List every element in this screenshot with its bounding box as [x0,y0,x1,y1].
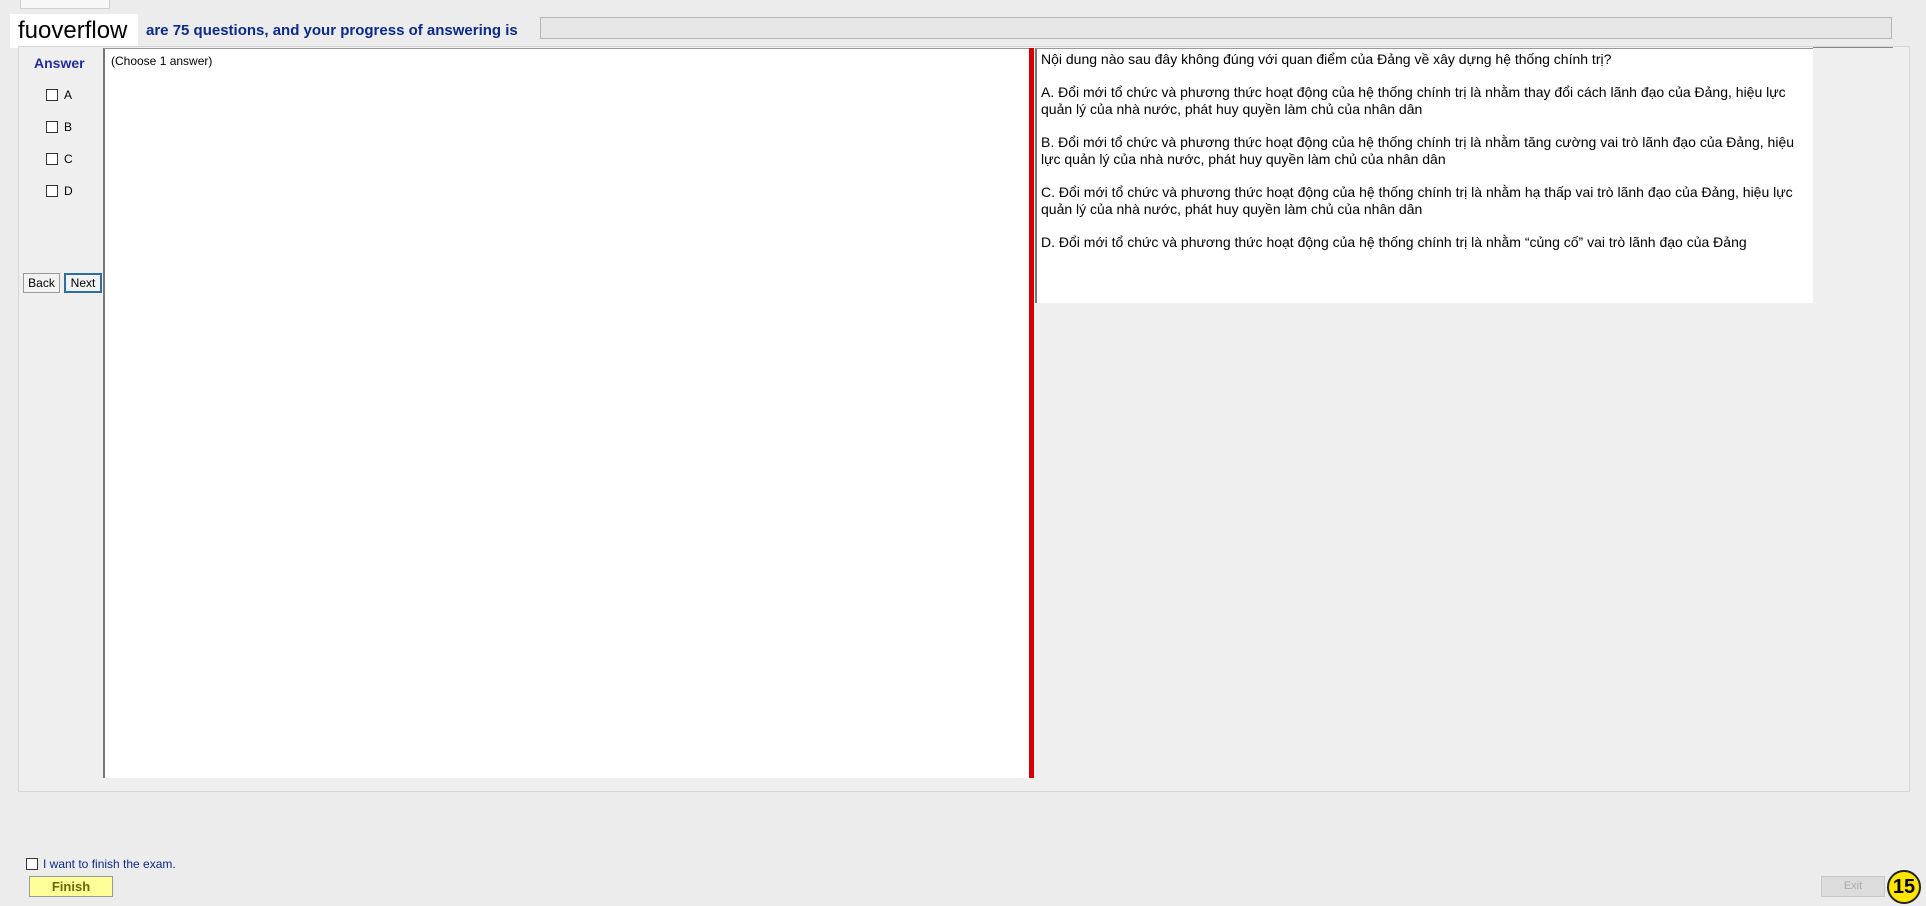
question-option-b: B. Đổi mới tổ chức và phương thức hoạt đ… [1041,134,1795,167]
question-option-c: C. Đổi mới tổ chức và phương thức hoạt đ… [1041,184,1793,217]
answer-title: Answer [34,55,85,71]
option-label-a: A [64,88,73,102]
top-tab[interactable] [20,0,110,9]
finish-exam-checkbox[interactable] [26,858,38,870]
checkbox-b[interactable] [46,121,58,133]
checkbox-c[interactable] [46,153,58,165]
finish-button[interactable]: Finish [29,876,113,897]
answer-option-d[interactable]: D [46,183,73,199]
question-panel: Nội dung nào sau đây không đúng với quan… [1035,48,1813,303]
finish-exam-check[interactable]: I want to finish the exam. [26,857,176,871]
option-label-c: C [64,152,73,166]
checkbox-a[interactable] [46,89,58,101]
answer-area: (Choose 1 answer) [103,48,1031,778]
progress-bar [540,17,1892,39]
back-button[interactable]: Back [23,273,60,293]
panel-border [1813,47,1893,48]
question-stem: Nội dung nào sau đây không đúng với quan… [1041,51,1612,67]
progress-text: are 75 questions, and your progress of a… [146,22,518,39]
option-label-d: D [64,184,73,198]
exit-button[interactable]: Exit [1821,876,1885,897]
question-option-d: D. Đổi mới tổ chức và phương thức hoạt đ… [1041,234,1747,250]
page-number-badge: 15 [1887,870,1921,904]
option-label-b: B [64,120,73,134]
brand-label: fuoverflow [10,14,138,48]
question-option-a: A. Đổi mới tổ chức và phương thức hoạt đ… [1041,84,1786,117]
answer-option-b[interactable]: B [46,119,72,135]
answer-option-c[interactable]: C [46,151,73,167]
answer-option-a[interactable]: A [46,87,72,103]
next-button[interactable]: Next [64,273,102,293]
splitter-bar[interactable] [1029,48,1034,778]
choose-hint: (Choose 1 answer) [111,54,213,68]
checkbox-d[interactable] [46,185,58,197]
finish-exam-label: I want to finish the exam. [43,857,176,871]
